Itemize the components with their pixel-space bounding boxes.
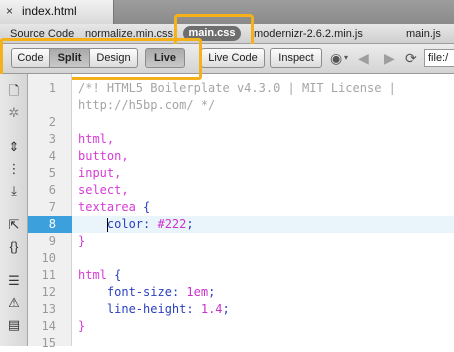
back-arrow-icon[interactable]: ◀: [358, 49, 369, 67]
line-number: 14: [41, 319, 56, 333]
apply-comment-icon[interactable]: ▤: [5, 316, 23, 334]
code-line: button,: [78, 149, 129, 163]
open-documents-icon[interactable]: 🗋: [5, 82, 23, 100]
code-view-button[interactable]: Code: [11, 48, 50, 68]
related-file-source-code[interactable]: Source Code: [10, 27, 74, 41]
code-line: http://h5bp.com/ */: [78, 98, 216, 112]
line-number: 3: [48, 132, 56, 146]
line-number: 15: [41, 336, 56, 350]
code-line: color: #222;: [106, 217, 194, 231]
live-code-button[interactable]: Live Code: [201, 48, 265, 68]
code-line: select,: [78, 183, 129, 197]
code-line: textarea {: [78, 200, 151, 214]
line-number: 2: [48, 115, 56, 129]
live-view-button[interactable]: Live: [145, 48, 185, 68]
related-file-main-js[interactable]: main.js: [406, 27, 441, 41]
code-line: line-height: 1.4;: [106, 302, 230, 316]
document-tab-bar: × index.html: [0, 0, 454, 24]
related-file-modernizr-js[interactable]: modernizr-2.6.2.min.js: [254, 27, 363, 41]
document-tab-index-html[interactable]: × index.html: [0, 0, 114, 24]
design-view-button[interactable]: Design: [90, 48, 138, 68]
related-file-main-css[interactable]: main.css: [183, 26, 241, 41]
chevron-down-icon[interactable]: ▾: [344, 49, 348, 67]
line-number: 11: [41, 268, 56, 282]
code-line: input,: [78, 166, 122, 180]
document-tab-label: index.html: [22, 4, 77, 18]
collapse-tag-icon[interactable]: ✲: [5, 104, 23, 122]
expand-all-icon[interactable]: ⇕: [5, 138, 23, 156]
inspect-button[interactable]: Inspect: [270, 48, 322, 68]
highlight-invalid-code-icon[interactable]: ⚠: [5, 294, 23, 312]
line-number: 13: [41, 302, 56, 316]
split-view-button[interactable]: Split: [50, 48, 90, 68]
code-line: /*! HTML5 Boilerplate v4.3.0 | MIT Licen…: [78, 81, 396, 95]
code-line: font-size: 1em;: [106, 285, 216, 299]
line-number: 12: [41, 285, 56, 299]
code-line: html,: [78, 132, 115, 146]
line-number: 9: [48, 234, 56, 248]
line-number: 5: [48, 166, 56, 180]
line-number: 10: [41, 251, 56, 265]
select-parent-tag-icon[interactable]: ⇱: [5, 216, 23, 234]
code-line: }: [78, 319, 86, 333]
refresh-icon[interactable]: ⟳: [405, 49, 417, 67]
document-toolbar: Code Split Design Live Live Code Inspect…: [0, 44, 454, 74]
line-numbers-icon[interactable]: ☰: [5, 272, 23, 290]
code-line: }: [78, 234, 86, 248]
line-number: 7: [48, 200, 56, 214]
line-number: 6: [48, 183, 56, 197]
collapse-full-tag-icon[interactable]: ⋮: [5, 160, 23, 178]
related-files-bar: Source Code normalize.min.css main.css m…: [0, 24, 454, 44]
collapse-selection-icon[interactable]: ⤓: [5, 182, 23, 200]
address-field[interactable]: [424, 49, 454, 67]
coding-toolbar: 🗋 ✲ ⇕ ⋮ ⤓ ⇱ {} ☰ ⚠ ▤: [0, 74, 28, 346]
related-file-normalize-min-css[interactable]: normalize.min.css: [85, 27, 173, 41]
close-icon[interactable]: ×: [6, 4, 13, 18]
globe-icon[interactable]: ◉: [330, 49, 342, 67]
code-line: html {: [78, 268, 122, 282]
line-number: 8: [48, 217, 56, 231]
line-number: 1: [48, 81, 56, 95]
forward-arrow-icon[interactable]: ▶: [384, 49, 395, 67]
line-number: 4: [48, 149, 56, 163]
balance-braces-icon[interactable]: {}: [5, 238, 23, 256]
